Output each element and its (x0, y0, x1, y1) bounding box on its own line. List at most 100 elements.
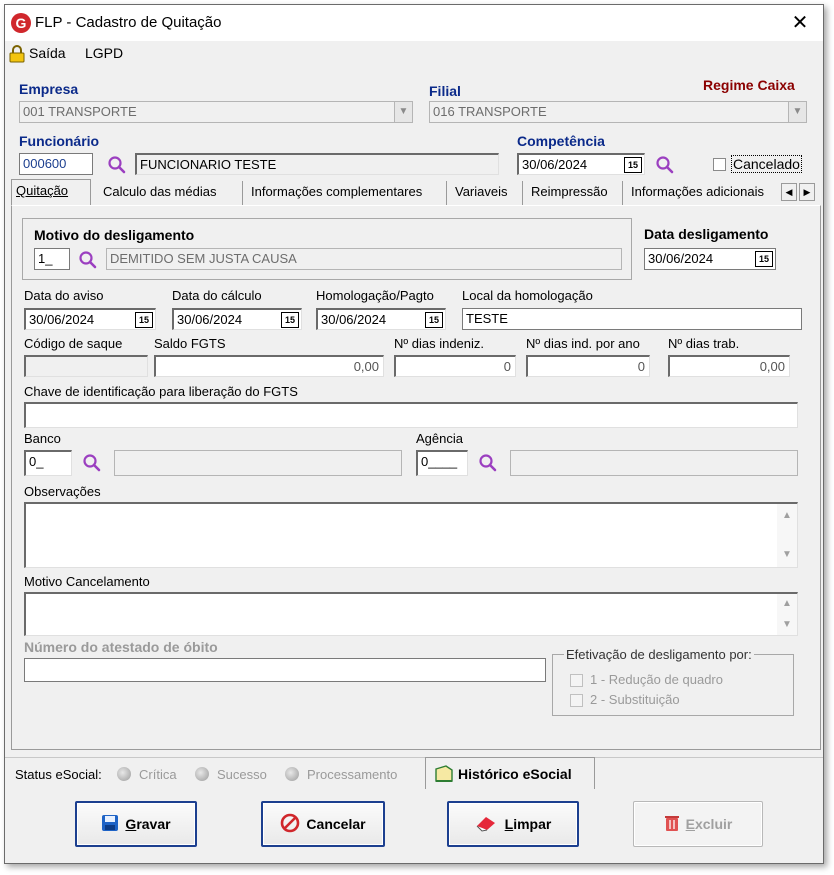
cancelado-checkbox[interactable] (713, 158, 726, 171)
calendar-icon[interactable]: 15 (135, 312, 153, 328)
app-logo-icon: G (11, 13, 31, 33)
excluir-button[interactable]: Excluir (633, 801, 763, 847)
dias-trab-input[interactable]: 0,00 (668, 355, 790, 377)
save-icon (101, 814, 119, 835)
dias-indeniz-input[interactable]: 0 (394, 355, 516, 377)
chevron-down-icon[interactable]: ▼ (788, 102, 806, 122)
atestado-obito-input[interactable] (24, 658, 546, 682)
calendar-icon[interactable]: 15 (425, 312, 443, 328)
search-icon[interactable] (107, 155, 127, 175)
sucesso-label: Sucesso (217, 767, 267, 782)
data-desligamento-label: Data desligamento (644, 226, 769, 242)
lock-icon (9, 45, 25, 66)
saldo-fgts-input[interactable]: 0,00 (154, 355, 384, 377)
reducao-quadro-checkbox[interactable] (570, 674, 583, 687)
empresa-value: 001 TRANSPORTE (23, 104, 137, 119)
data-aviso-label: Data do aviso (24, 288, 104, 303)
scroll-down-icon[interactable]: ▼ (777, 615, 797, 635)
cancelar-button[interactable]: Cancelar (261, 801, 385, 847)
filial-label: Filial (429, 83, 461, 99)
local-homologacao-input[interactable]: TESTE (462, 308, 802, 330)
competencia-label: Competência (517, 133, 605, 149)
funcionario-name-field: FUNCIONARIO TESTE (135, 153, 499, 175)
motivo-cancelamento-textarea[interactable]: ▲ ▼ (24, 592, 798, 636)
competencia-date-input[interactable]: 30/06/2024 15 (517, 153, 645, 175)
processamento-label: Processamento (307, 767, 398, 782)
codigo-saque-label: Código de saque (24, 336, 123, 351)
filial-value: 016 TRANSPORTE (433, 104, 547, 119)
tab-label: Quitação (16, 183, 69, 198)
homologacao-value: 30/06/2024 (321, 312, 387, 327)
homologacao-input[interactable]: 30/06/2024 15 (316, 308, 446, 330)
dias-ind-ano-label: Nº dias ind. por ano (526, 336, 640, 351)
limpar-button[interactable]: Limpar (447, 801, 579, 847)
historico-esocial-label: Histórico eSocial (458, 766, 572, 782)
menu-bar: Saída LGPD (5, 41, 823, 67)
data-aviso-value: 30/06/2024 (29, 312, 95, 327)
calendar-icon[interactable]: 15 (281, 312, 299, 328)
agencia-code-input[interactable]: 0____ (416, 450, 468, 476)
sucesso-indicator (195, 767, 209, 781)
substituicao-label: 2 - Substituição (590, 692, 680, 707)
critica-label: Crítica (139, 767, 177, 782)
gravar-button[interactable]: Gravar (75, 801, 197, 847)
excluir-label: Excluir (685, 816, 733, 832)
filial-select[interactable]: 016 TRANSPORTE ▼ (429, 101, 807, 123)
substituicao-checkbox[interactable] (570, 694, 583, 707)
observacoes-textarea[interactable]: ▲ ▼ (24, 502, 798, 568)
data-calculo-input[interactable]: 30/06/2024 15 (172, 308, 302, 330)
atestado-obito-label: Número do atestado de óbito (24, 639, 218, 655)
banco-label: Banco (24, 431, 61, 446)
tab-informacoes-adicionais[interactable]: Informações adicionais (627, 181, 779, 205)
tab-reimpressao[interactable]: Reimpressão (527, 181, 623, 205)
motivo-code-input[interactable]: 1_ (34, 248, 70, 270)
scroll-down-icon[interactable]: ▼ (777, 545, 797, 565)
cancelado-label: Cancelado (731, 155, 802, 173)
motivo-cancelamento-scrollbar[interactable]: ▲ ▼ (777, 594, 797, 635)
data-aviso-input[interactable]: 30/06/2024 15 (24, 308, 156, 330)
dias-ind-ano-input[interactable]: 0 (526, 355, 650, 377)
search-icon[interactable] (78, 250, 98, 270)
competencia-value: 30/06/2024 (522, 157, 588, 172)
tab-informacoes-complementares[interactable]: Informações complementares (247, 181, 447, 205)
search-icon[interactable] (655, 155, 675, 175)
document-icon (434, 765, 454, 786)
chave-fgts-input[interactable] (24, 402, 798, 428)
calendar-icon[interactable]: 15 (624, 157, 642, 173)
chave-fgts-label: Chave de identificação para liberação do… (24, 384, 298, 399)
tab-variaveis[interactable]: Variaveis (451, 181, 523, 205)
status-bar: Status eSocial: Crítica Sucesso Processa… (5, 757, 823, 789)
app-window: G FLP - Cadastro de Quitação ✕ Saída LGP… (4, 4, 824, 864)
tab-quitacao[interactable]: Quitação (11, 179, 91, 205)
funcionario-code-input[interactable]: 000600 (19, 153, 93, 175)
chevron-left-icon[interactable]: ◀ (781, 183, 797, 201)
dias-trab-label: Nº dias trab. (668, 336, 740, 351)
saldo-fgts-label: Saldo FGTS (154, 336, 226, 351)
menu-exit[interactable]: Saída (29, 45, 66, 61)
chevron-down-icon[interactable]: ▼ (394, 102, 412, 122)
menu-lgpd[interactable]: LGPD (85, 45, 123, 61)
cancel-icon (280, 813, 300, 836)
search-icon[interactable] (82, 453, 102, 473)
reducao-quadro-label: 1 - Redução de quadro (590, 672, 723, 687)
scroll-up-icon[interactable]: ▲ (777, 506, 797, 526)
homologacao-label: Homologação/Pagto (316, 288, 434, 303)
agencia-desc-field (510, 450, 798, 476)
data-desligamento-input[interactable]: 30/06/2024 15 (644, 248, 776, 270)
historico-esocial-button[interactable]: Histórico eSocial (425, 757, 595, 789)
calendar-icon[interactable]: 15 (755, 251, 773, 267)
search-icon[interactable] (478, 453, 498, 473)
motivo-label: Motivo do desligamento (34, 227, 195, 243)
empresa-select[interactable]: 001 TRANSPORTE ▼ (19, 101, 413, 123)
tab-calculo-medias[interactable]: Calculo das médias (99, 181, 243, 205)
banco-code-input[interactable]: 0_ (24, 450, 72, 476)
trash-icon (664, 814, 680, 835)
scroll-up-icon[interactable]: ▲ (777, 594, 797, 614)
funcionario-label: Funcionário (19, 133, 100, 149)
processamento-indicator (285, 767, 299, 781)
observacoes-scrollbar[interactable]: ▲ ▼ (777, 504, 797, 567)
gravar-label: Gravar (125, 816, 171, 832)
chevron-right-icon[interactable]: ▶ (799, 183, 815, 201)
close-button[interactable]: ✕ (785, 9, 815, 37)
title-bar: G FLP - Cadastro de Quitação ✕ (5, 5, 823, 41)
